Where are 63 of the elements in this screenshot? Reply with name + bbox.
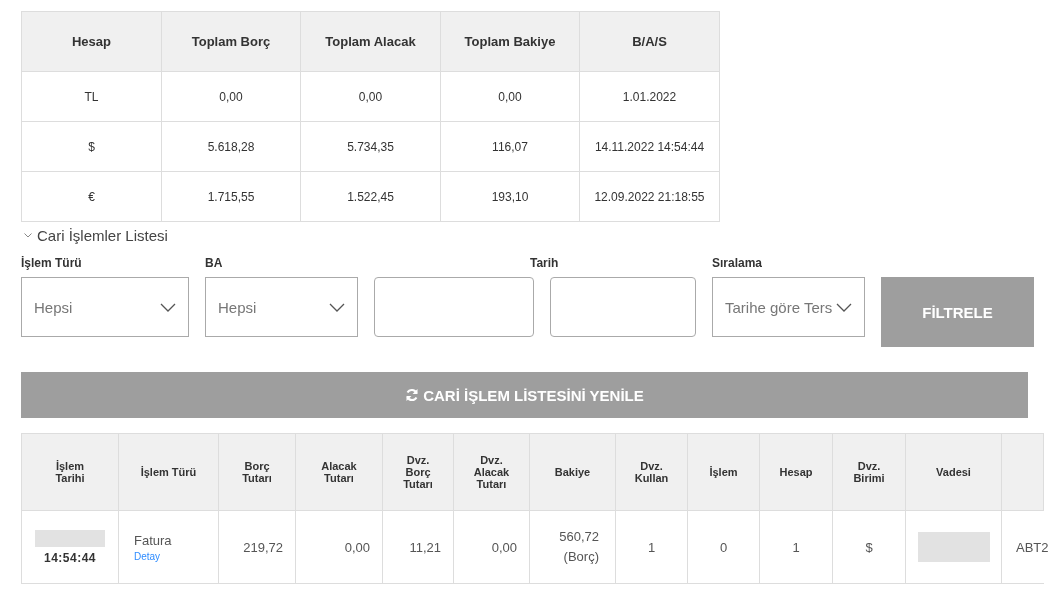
table-cell: 0,00 xyxy=(344,539,370,555)
input-field[interactable] xyxy=(550,277,696,337)
table-cell: 1 xyxy=(792,539,800,555)
table-cell: TL xyxy=(84,89,99,104)
table-cell: 116,07 xyxy=(492,139,528,154)
column-header: Hesap xyxy=(760,434,833,511)
table-cell: 11,21 xyxy=(409,539,441,555)
field-label: Sıralama xyxy=(712,256,763,270)
column-header: Alacak Tutarı xyxy=(296,434,383,511)
column-header: Toplam Alacak xyxy=(325,34,416,49)
table-cell: 193,10 xyxy=(491,189,529,204)
redacted-block xyxy=(35,529,105,547)
table-cell: 5.734,35 xyxy=(347,139,394,154)
table-cell: 0,00 xyxy=(219,89,243,104)
field-label: BA xyxy=(205,256,223,270)
refresh-button[interactable]: CARİ İŞLEM LİSTESİNİ YENİLE xyxy=(21,372,1028,418)
filter-button[interactable]: FİLTRELE xyxy=(881,277,1034,347)
column-header: Dvz. Borç Tutarı xyxy=(383,434,454,511)
section-title: Cari İşlemler Listesi xyxy=(37,227,168,244)
table-cell: 0,00 xyxy=(498,89,522,104)
select-field[interactable]: Hepsi xyxy=(21,277,189,337)
column-header: Dvz. Birimi xyxy=(833,434,906,511)
table-cell: 12.09.2022 21:18:55 xyxy=(594,189,705,204)
table-cell: 1.01.2022 xyxy=(622,89,677,104)
field-label: İşlem Türü xyxy=(21,256,82,270)
column-header: Toplam Bakiye xyxy=(464,34,556,49)
table-cell: 1 xyxy=(647,539,656,555)
column-header: Dvz. Alacak Tutarı xyxy=(454,434,530,511)
table-cell: € xyxy=(88,189,95,204)
column-header: Bakiye xyxy=(530,434,616,511)
table-cell: 14.11.2022 14:54:44 xyxy=(594,139,705,154)
input-field[interactable] xyxy=(374,277,534,337)
chevron-down-icon xyxy=(329,302,345,312)
table-cell: 5.618,28 xyxy=(207,139,255,154)
column-header: İşlem Tarihi xyxy=(22,434,119,511)
column-header: Dvz. Kullan xyxy=(616,434,688,511)
table-cell: 0,00 xyxy=(358,89,383,104)
column-header: Borç Tutarı xyxy=(219,434,296,511)
table-cell: 0 xyxy=(719,539,728,555)
detail-link[interactable]: Detay xyxy=(134,550,161,562)
select-field[interactable]: Tarihe göre Ters xyxy=(712,277,865,337)
column-header: İşlem Türü xyxy=(119,434,219,511)
column-header: Toplam Borç xyxy=(191,34,271,49)
balance-note: (Borç) xyxy=(563,548,599,566)
column-header: Hesap xyxy=(72,34,111,49)
type-text: Fatura xyxy=(134,532,172,548)
chevron-down-icon[interactable] xyxy=(24,233,32,238)
chevron-down-icon xyxy=(160,302,176,312)
column-header: Vadesi xyxy=(906,434,1002,511)
table-cell: 219,72 xyxy=(243,539,283,555)
table-cell: 0,00 xyxy=(491,539,517,555)
column-header: B/A/S xyxy=(632,34,667,49)
field-label: Tarih xyxy=(530,256,559,270)
table-cell: 1.522,45 xyxy=(347,189,394,204)
table-cell: 1.715,55 xyxy=(207,189,255,204)
balance-text: 560,72 xyxy=(559,528,599,546)
refresh-icon xyxy=(405,388,420,402)
column-header: İşlem xyxy=(688,434,760,511)
select-field[interactable]: Hepsi xyxy=(205,277,358,337)
table-cell: $ xyxy=(865,539,873,555)
time-text: 14:54:44 xyxy=(43,550,96,565)
chevron-down-icon xyxy=(836,302,852,312)
table-cell: $ xyxy=(88,139,95,154)
